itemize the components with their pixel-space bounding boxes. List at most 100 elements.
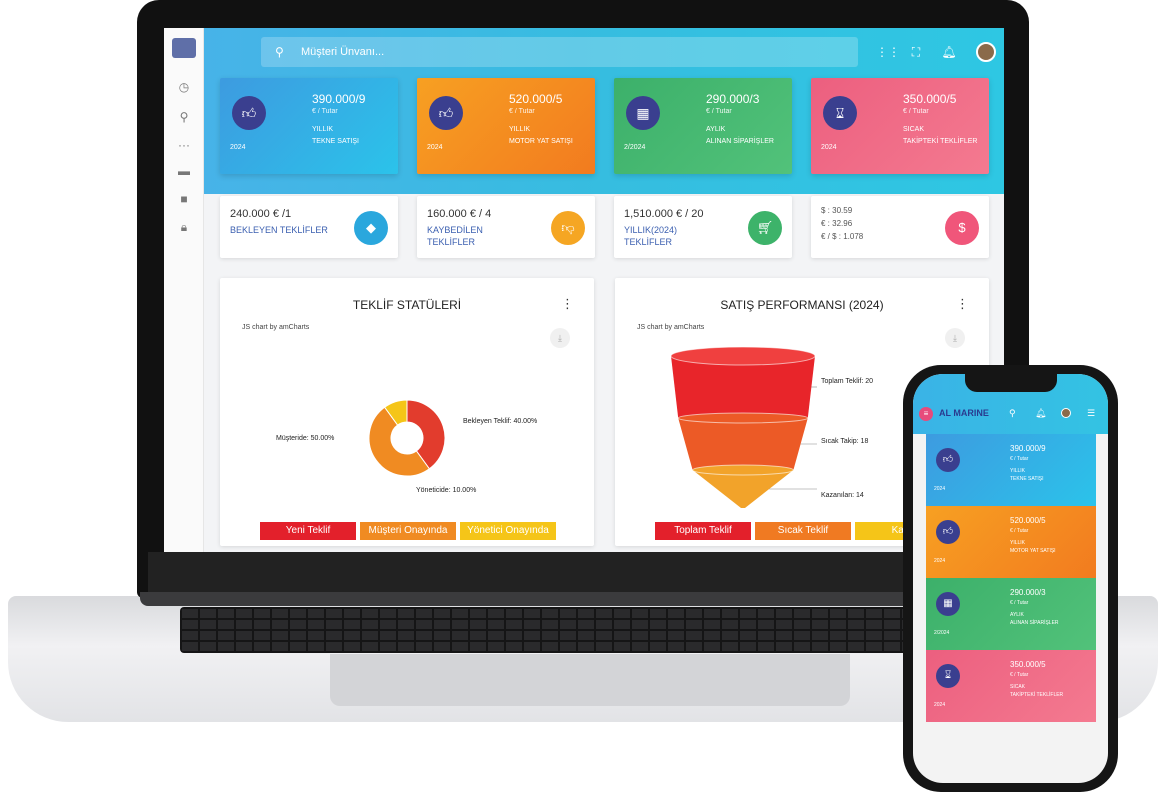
info-value: 240.000 € /1 xyxy=(230,208,292,220)
stat-value: 520.000/5 xyxy=(509,92,563,106)
stat-label: TAKİPTEKİ TEKLİFLER xyxy=(1010,692,1064,698)
funnel-segment-total-rim xyxy=(670,346,816,366)
bell-icon[interactable]: 🔔︎ xyxy=(941,44,957,60)
info-value: 160.000 € / 4 xyxy=(427,208,492,220)
stat-unit: € / Tutar xyxy=(1010,456,1029,462)
briefcase-icon[interactable]: ▬ xyxy=(174,162,194,180)
stat-year: 2024 xyxy=(934,558,946,564)
dollar-icon: $ xyxy=(945,211,979,245)
search-input[interactable]: ⚲ Müşteri Ünvanı... xyxy=(261,37,858,67)
stat-year: 2024 xyxy=(427,144,443,151)
app-logo[interactable] xyxy=(172,38,196,58)
info-label[interactable]: BEKLEYEN TEKLİFLER xyxy=(230,224,330,236)
info-card-lost-offers[interactable]: 160.000 € / 4 KAYBEDİLEN TEKLİFLER 👎︎ xyxy=(417,196,595,258)
stat-card-monthly-orders[interactable]: ▦ 290.000/3 € / Tutar AYLIK ALINAN SİPAR… xyxy=(614,78,792,174)
donut-label-musteride: Müşteride: 50.00% xyxy=(276,435,335,442)
menu-list-icon[interactable]: ☰ xyxy=(1087,408,1095,419)
phone-device: ≡ AL MARINE ⚲ 🔔︎ ☰ 👍︎ 390.000/9 € / Tuta… xyxy=(903,365,1118,792)
avatar[interactable] xyxy=(976,42,996,62)
phone-stat-card[interactable]: 👍︎ 520.000/5 € / Tutar YILLIK MOTOR YAT … xyxy=(926,506,1096,578)
panel-offer-statuses: TEKLİF STATÜLERİ ⋮ JS chart by amCharts … xyxy=(220,278,594,546)
stat-label: TEKNE SATIŞI xyxy=(312,138,359,145)
hourglass-icon: ⌛︎ xyxy=(936,664,960,688)
phone-logo: AL MARINE xyxy=(939,408,989,418)
thumbs-up-icon: 👍︎ xyxy=(936,520,960,544)
info-card-pending-offers[interactable]: 240.000 € /1 BEKLEYEN TEKLİFLER ◆ xyxy=(220,196,398,258)
thumbs-up-icon: 👍︎ xyxy=(232,96,266,130)
stat-value: 350.000/5 xyxy=(1010,660,1046,669)
hourglass-icon: ⌛︎ xyxy=(823,96,857,130)
stat-label: TAKİPTEKİ TEKLİFLER xyxy=(903,138,978,145)
stat-unit: € / Tutar xyxy=(509,108,535,115)
info-card-yearly-offers[interactable]: 1,510.000 € / 20 YILLIK(2024) TEKLİFLER … xyxy=(614,196,792,258)
stat-year: 2024 xyxy=(821,144,837,151)
phone-stat-card[interactable]: ▦ 290.000/3 € / Tutar AYLIK ALINAN SİPAR… xyxy=(926,578,1096,650)
legend-total-offer[interactable]: Toplam Teklif xyxy=(655,522,751,540)
laptop-keyboard xyxy=(180,607,990,653)
stat-year: 2024 xyxy=(934,702,946,708)
stat-label: AYLIK xyxy=(1010,612,1024,618)
stat-label: YILLIK xyxy=(1010,468,1026,474)
legend-new-offer[interactable]: Yeni Teklif xyxy=(260,522,356,540)
stat-unit: € / Tutar xyxy=(1010,528,1029,534)
fullscreen-icon[interactable]: ⛶ xyxy=(908,44,924,60)
phone-screen: ≡ AL MARINE ⚲ 🔔︎ ☰ 👍︎ 390.000/9 € / Tuta… xyxy=(913,374,1108,783)
legend-customer-approval[interactable]: Müşteri Onayında xyxy=(360,522,456,540)
lock-icon[interactable]: 🔒︎ xyxy=(174,218,194,236)
stat-year: 2/2024 xyxy=(624,144,646,151)
stat-label: TEKNE SATIŞI xyxy=(1010,476,1044,482)
hamburger-icon[interactable]: ≡ xyxy=(919,407,933,421)
laptop-trackpad xyxy=(330,654,850,706)
rate-usd: $ : 30.59 xyxy=(821,206,853,215)
phone-stat-card[interactable]: 👍︎ 390.000/9 € / Tutar YILLIK TEKNE SATI… xyxy=(926,434,1096,506)
sidebar: ◷ ⚲ ··· ▬ ■ 🔒︎ xyxy=(164,28,204,552)
stat-card-hot-offers[interactable]: ⌛︎ 350.000/5 € / Tutar SICAK TAKİPTEKİ T… xyxy=(811,78,989,174)
rate-eur-usd: € / $ : 1.078 xyxy=(821,232,864,241)
stat-unit: € / Tutar xyxy=(1010,672,1029,678)
search-icon[interactable]: ⚲ xyxy=(1009,408,1016,419)
rate-eur: € : 32.96 xyxy=(821,219,853,228)
bell-icon[interactable]: 🔔︎ xyxy=(1035,408,1046,419)
apps-grid-icon[interactable]: ⋮⋮ xyxy=(876,44,900,60)
calendar-icon: ▦ xyxy=(626,96,660,130)
stat-label: SICAK xyxy=(1010,684,1026,690)
more-icon[interactable]: ··· xyxy=(174,136,194,154)
legend-hot-offer[interactable]: Sıcak Teklif xyxy=(755,522,851,540)
dashboard-icon[interactable]: ◷ xyxy=(174,78,194,96)
search-icon[interactable]: ⚲ xyxy=(174,108,194,126)
info-card-exchange-rates: $ : 30.59 € : 32.96 € / $ : 1.078 $ xyxy=(811,196,989,258)
stat-value: 390.000/9 xyxy=(1010,444,1046,453)
cart-icon: 🛒︎ xyxy=(748,211,782,245)
stat-unit: € / Tutar xyxy=(903,108,929,115)
stat-label: YILLIK xyxy=(1010,540,1026,546)
thumbs-up-icon: 👍︎ xyxy=(936,448,960,472)
stat-label: YILLIK xyxy=(509,126,531,133)
stat-label: MOTOR YAT SATIŞI xyxy=(509,138,573,145)
stat-value: 520.000/5 xyxy=(1010,516,1046,525)
stat-label: MOTOR YAT SATIŞI xyxy=(1010,548,1056,554)
donut-chart xyxy=(368,399,446,477)
donut-label-yoneticide: Yöneticide: 10.00% xyxy=(416,487,477,494)
stat-card-yearly-yacht[interactable]: 👍︎ 520.000/5 € / Tutar YILLIK MOTOR YAT … xyxy=(417,78,595,174)
tag-icon: ◆ xyxy=(354,211,388,245)
info-label[interactable]: KAYBEDİLEN TEKLİFLER xyxy=(427,224,527,248)
phone-stat-card[interactable]: ⌛︎ 350.000/5 € / Tutar SICAK TAKİPTEKİ T… xyxy=(926,650,1096,722)
legend-manager-approval[interactable]: Yönetici Onayında xyxy=(460,522,556,540)
stat-value: 350.000/5 xyxy=(903,92,957,106)
info-label[interactable]: YILLIK(2024) TEKLİFLER xyxy=(624,224,724,248)
phone-notch xyxy=(965,374,1057,392)
stat-unit: € / Tutar xyxy=(312,108,338,115)
calendar-icon: ▦ xyxy=(936,592,960,616)
stat-year: 2024 xyxy=(230,144,246,151)
stat-year: 2/2024 xyxy=(934,630,950,636)
stat-card-yearly-boat[interactable]: 👍︎ 390.000/9 € / Tutar YILLIK TEKNE SATI… xyxy=(220,78,398,174)
stat-value: 290.000/3 xyxy=(706,92,760,106)
stat-unit: € / Tutar xyxy=(1010,600,1029,606)
avatar[interactable] xyxy=(1061,408,1071,418)
info-value: 1,510.000 € / 20 xyxy=(624,208,704,220)
folder-icon[interactable]: ■ xyxy=(174,190,194,208)
stat-value: 290.000/3 xyxy=(1010,588,1046,597)
stat-label: AYLIK xyxy=(706,126,726,133)
funnel-segment-hot[interactable] xyxy=(678,418,808,470)
stat-unit: € / Tutar xyxy=(706,108,732,115)
